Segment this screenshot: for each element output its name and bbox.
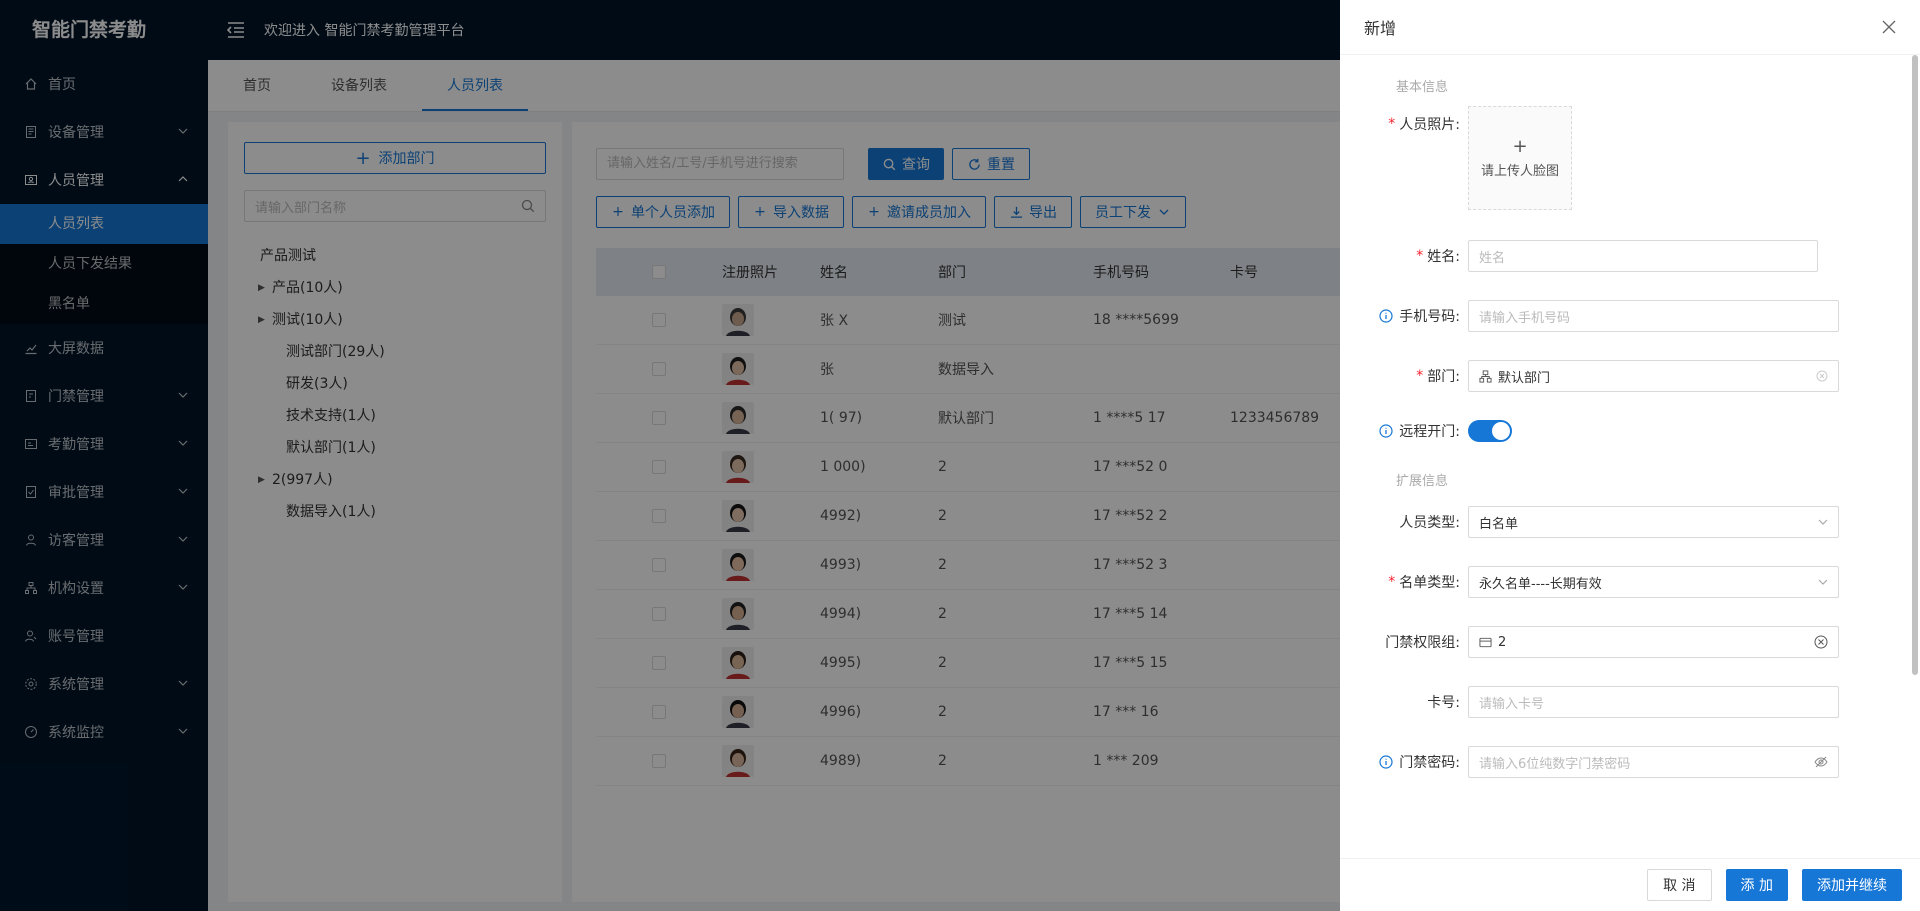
phone-input[interactable]: 请输入手机号码 [1468, 300, 1839, 332]
org-tree-icon [1479, 369, 1492, 383]
face-photo-uploader[interactable]: + 请上传人脸图 [1468, 106, 1572, 210]
section-basic-info: 基本信息 [1396, 80, 1449, 95]
add-and-continue-button[interactable]: 添加并继续 [1802, 869, 1902, 901]
access-group-label: 门禁权限组: [1385, 635, 1460, 651]
drawer-scrollbar[interactable] [1912, 55, 1918, 675]
clear-icon[interactable] [1814, 635, 1828, 649]
person-type-label: 人员类型: [1399, 515, 1460, 531]
dept-label: 部门: [1427, 369, 1460, 385]
add-person-drawer: 新增 基本信息 * 人员照片: + 请上传人脸图 * 姓名: 姓名 手机号码: 请输… [1340, 0, 1920, 911]
door-password-input[interactable]: 请输入6位纯数字门禁密码 [1468, 746, 1839, 778]
door-password-label: 门禁密码: [1399, 755, 1460, 771]
required-mark: * [1416, 248, 1424, 264]
section-extended-info: 扩展信息 [1396, 474, 1449, 489]
required-mark: * [1388, 574, 1396, 590]
info-icon[interactable] [1379, 755, 1393, 769]
card-number-label: 卡号: [1427, 695, 1460, 711]
plus-icon: + [1512, 135, 1528, 157]
drawer-title: 新增 [1364, 19, 1397, 38]
clear-icon[interactable] [1816, 370, 1828, 382]
remote-open-label: 远程开门: [1399, 424, 1460, 440]
cancel-button[interactable]: 取 消 [1647, 869, 1712, 901]
drawer-header: 新增 [1340, 0, 1920, 55]
card-number-input[interactable]: 请输入卡号 [1468, 686, 1839, 718]
photo-label: 人员照片: [1399, 117, 1460, 133]
list-type-select[interactable]: 永久名单----长期有效 [1468, 566, 1839, 598]
phone-label: 手机号码: [1399, 309, 1460, 325]
info-icon[interactable] [1379, 424, 1393, 438]
person-type-select[interactable]: 白名单 [1468, 506, 1839, 538]
chevron-down-icon [1818, 517, 1828, 527]
drawer-body: 基本信息 * 人员照片: + 请上传人脸图 * 姓名: 姓名 手机号码: 请输入手机… [1340, 55, 1910, 858]
name-input[interactable]: 姓名 [1468, 240, 1818, 272]
access-group-select[interactable]: 2 [1468, 626, 1839, 658]
eye-invisible-icon[interactable] [1814, 755, 1828, 769]
card-icon [1479, 636, 1492, 649]
dept-select[interactable]: 默认部门 [1468, 360, 1839, 392]
drawer-footer: 取 消 添 加 添加并继续 [1340, 858, 1920, 911]
required-mark: * [1388, 116, 1396, 132]
list-type-label: 名单类型: [1399, 575, 1460, 591]
name-label: 姓名: [1427, 249, 1460, 265]
chevron-down-icon [1818, 577, 1828, 587]
add-button[interactable]: 添 加 [1725, 869, 1788, 901]
remote-open-toggle[interactable] [1468, 420, 1512, 442]
required-mark: * [1416, 368, 1424, 384]
close-icon[interactable] [1882, 20, 1896, 34]
info-icon[interactable] [1379, 309, 1393, 323]
